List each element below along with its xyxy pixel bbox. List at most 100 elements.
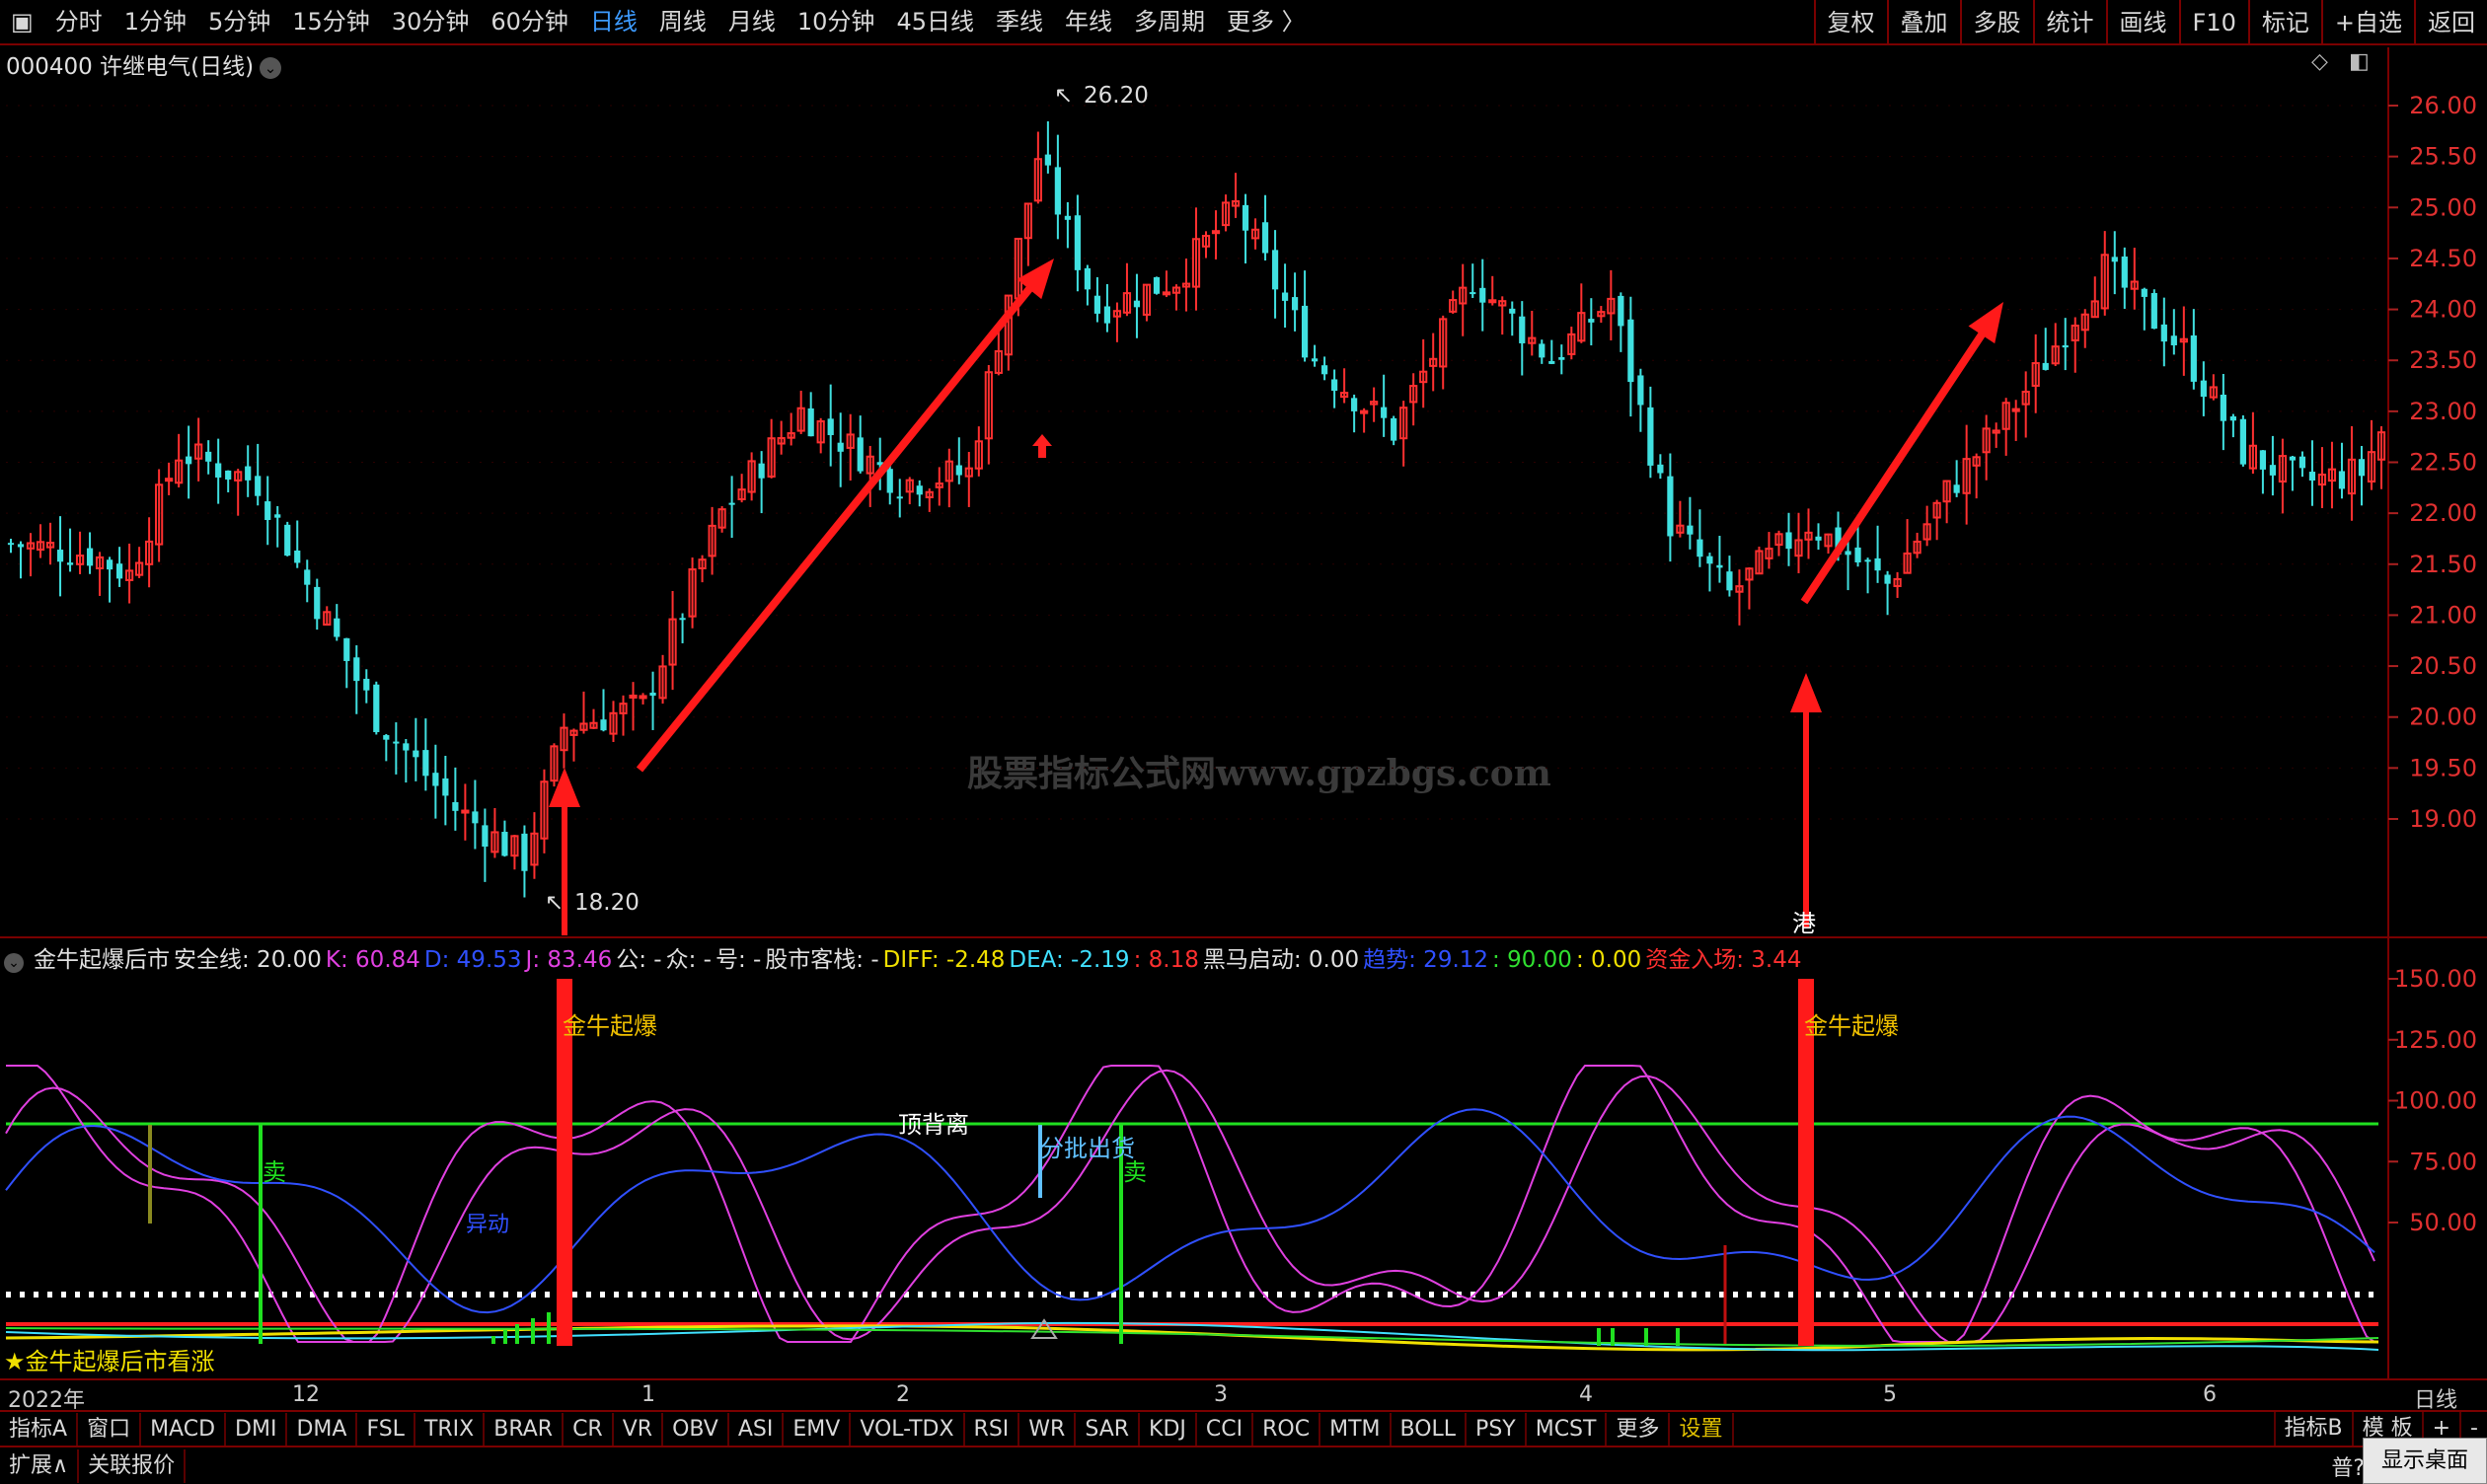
price-label: 20.50	[2409, 652, 2477, 680]
candle-body-down	[1093, 295, 1101, 314]
indicator-tab[interactable]: MTM	[1320, 1413, 1392, 1447]
indicator-tab[interactable]: 设置	[1670, 1413, 1734, 1447]
signal-arrow-2-head	[1790, 673, 1822, 712]
candle-body-down	[1618, 295, 1624, 327]
candle-body-down	[186, 456, 192, 465]
high-marker: ↖	[1054, 83, 1073, 109]
candle-body-down	[383, 735, 390, 740]
indicator-tab[interactable]: ASI	[729, 1413, 785, 1447]
candle-body-down	[2299, 456, 2306, 469]
indicator-tab[interactable]: BOLL	[1392, 1413, 1468, 1447]
chuhuo-label: 分批出货	[1040, 1135, 1135, 1162]
candle-body-down	[916, 485, 923, 495]
candle-body-down	[1103, 306, 1111, 324]
sell-label-2: 卖	[1123, 1158, 1147, 1186]
candle-body-down	[225, 470, 232, 480]
kdj-k-line	[5, 1069, 2375, 1343]
candle-body-up	[2011, 408, 2020, 412]
date-label: 1	[641, 1382, 655, 1407]
candle-body-up	[629, 694, 638, 699]
indicator-tab[interactable]: CR	[564, 1413, 614, 1447]
indicator-tab[interactable]: BRAR	[485, 1413, 565, 1447]
price-label: 22.00	[2409, 499, 2477, 527]
ind-axis-label: 150.00	[2394, 965, 2477, 993]
candle-body-up	[165, 478, 174, 482]
indicator-tab[interactable]: SAR	[1076, 1413, 1141, 1447]
trend-arrow-up-2	[1800, 319, 1995, 605]
indicator-tabs: 指标A 窗口 MACD DMI DMA FSL TRIX BRAR CR VR OBV ASI EMV V…	[0, 1410, 2487, 1447]
trend-arrow-up-1	[636, 274, 1042, 773]
indicator-field: DIFF: -2.48	[882, 947, 1006, 973]
candle-body-down	[2042, 362, 2049, 370]
indicator-tab[interactable]: WR	[1019, 1413, 1077, 1447]
kanzhang-label: ★金牛起爆后市看涨	[4, 1348, 215, 1375]
candle-body-down	[304, 569, 311, 585]
candle-body-down	[1470, 292, 1476, 295]
indicator-tab[interactable]: 更多	[1607, 1413, 1671, 1447]
candle-body-down	[294, 550, 301, 563]
bottom-tab[interactable]: 扩展∧	[0, 1448, 80, 1483]
indicator-tab[interactable]: RSI	[965, 1413, 1020, 1447]
indicator-tab[interactable]: PSY	[1467, 1413, 1527, 1447]
candle-body-down	[1242, 204, 1249, 231]
indicator-tab[interactable]: KDJ	[1140, 1413, 1197, 1447]
beili-label: 顶背离	[898, 1111, 969, 1139]
candle-body-down	[2239, 418, 2246, 465]
high-label: 26.20	[1084, 83, 1149, 109]
candle-body-down	[452, 801, 459, 811]
bottom-bar: 扩展∧ 关联报价	[0, 1446, 2487, 1484]
indicator-tab[interactable]: VOL-TDX	[851, 1413, 965, 1447]
candle-body-down	[1627, 319, 1634, 383]
candle-body-down	[1548, 360, 1555, 364]
ind-axis-label: 125.00	[2394, 1026, 2477, 1054]
candle-body-down	[2190, 334, 2197, 382]
candle-body-down	[955, 465, 962, 476]
candle-body-down	[482, 825, 489, 848]
candle-body-down	[1391, 417, 1397, 441]
indicator-tab[interactable]: EMV	[784, 1413, 852, 1447]
indicator-tab[interactable]: DMI	[226, 1413, 288, 1447]
indicator-tab[interactable]: MCST	[1527, 1413, 1608, 1447]
indicator-tab[interactable]: DMA	[287, 1413, 358, 1447]
indicator-tab[interactable]: CCI	[1197, 1413, 1254, 1447]
date-label: 4	[1579, 1382, 1593, 1407]
indicator-tab[interactable]: VR	[614, 1413, 664, 1447]
candle-body-down	[442, 778, 449, 796]
collapse-icon[interactable]: ⌄	[4, 953, 24, 973]
kdj-j-line	[6, 1065, 2375, 1343]
show-desktop-button[interactable]: 显示桌面	[2363, 1438, 2487, 1484]
candle-body-up	[1360, 409, 1369, 414]
price-label: 25.50	[2409, 143, 2477, 171]
yidong-label: 异动	[466, 1213, 509, 1237]
candle-body-up	[1488, 299, 1497, 304]
trend-arrow-up-2-head	[1968, 302, 2003, 344]
indicator-tab[interactable]: FSL	[357, 1413, 415, 1447]
indicator-tab[interactable]: 窗口	[78, 1413, 142, 1447]
candle-body-down	[2150, 292, 2157, 330]
candle-body-down	[2111, 257, 2118, 262]
candle-body-down	[1381, 407, 1388, 418]
candle-body-down	[334, 618, 340, 637]
indicator-name: 金牛起爆后市	[34, 947, 170, 973]
chart-canvas[interactable]: 26.00 25.50 25.00 24.50 24.00 23.50 23.00 22.50…	[0, 0, 2487, 1482]
candle-body-down	[363, 678, 370, 691]
gang-label: 港	[1792, 910, 1816, 937]
indicator-tab[interactable]: ROC	[1253, 1413, 1321, 1447]
indicator-field: J: 83.46	[525, 947, 613, 973]
date-label: 3	[1214, 1382, 1228, 1407]
putong-label[interactable]: 普?	[2331, 1450, 2365, 1482]
candle-body-down	[66, 562, 74, 565]
candle-body-down	[807, 408, 814, 437]
indicator-tab-right[interactable]: 指标B	[2273, 1412, 2352, 1446]
candle-body-down	[857, 437, 864, 472]
indicator-tab[interactable]: OBV	[663, 1413, 729, 1447]
indicator-tab[interactable]: MACD	[141, 1413, 227, 1447]
indicator-field: 趋势: 29.12	[1363, 947, 1489, 973]
candle-body-down	[1281, 292, 1289, 301]
candle-body-down	[1064, 215, 1071, 220]
price-label: 25.00	[2409, 193, 2477, 221]
candle-body-down	[758, 463, 765, 479]
indicator-tab[interactable]: TRIX	[415, 1413, 486, 1447]
bottom-tab[interactable]: 关联报价	[79, 1448, 187, 1483]
indicator-tab[interactable]: 指标A	[0, 1413, 79, 1447]
